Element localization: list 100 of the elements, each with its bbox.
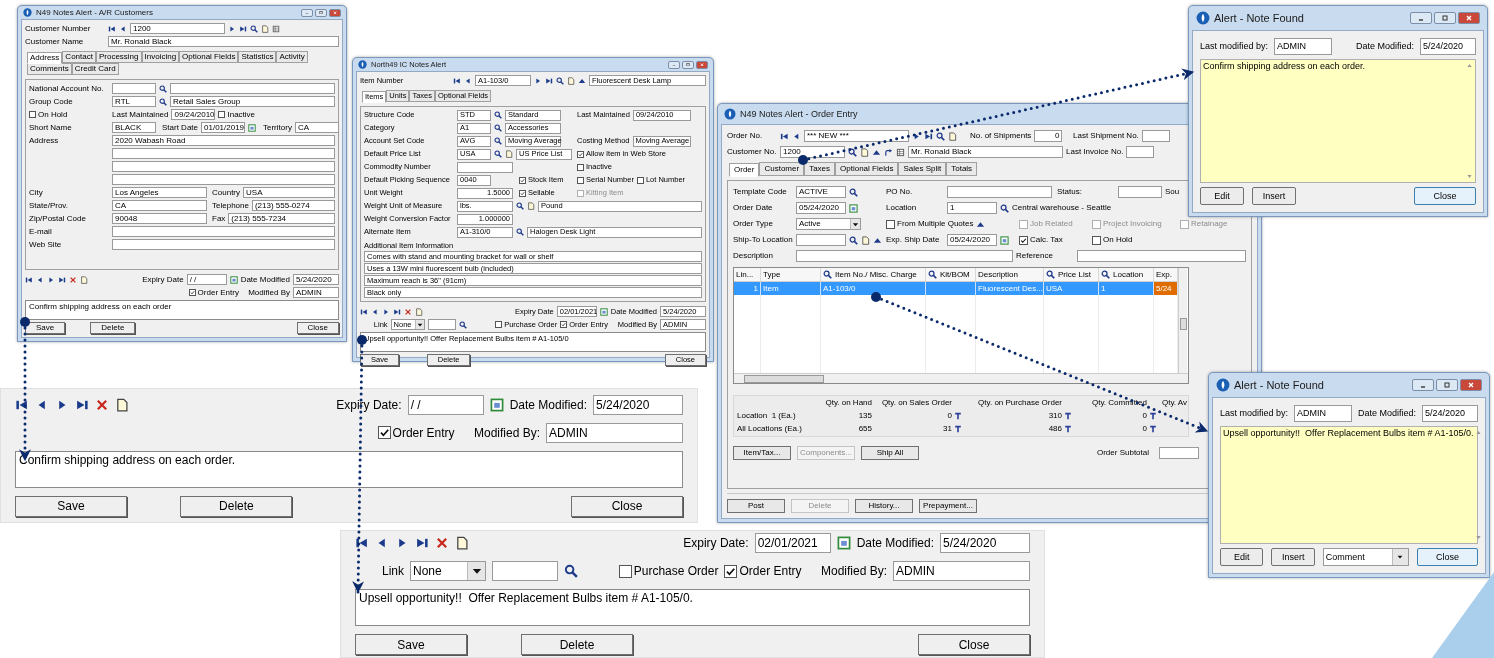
search-icon[interactable] (458, 320, 467, 329)
scroll-down-icon[interactable] (1465, 173, 1473, 180)
scroll-up-icon[interactable] (1475, 429, 1483, 436)
scroll-down-icon[interactable] (1475, 534, 1483, 541)
text-field[interactable]: 09/24/2010 (171, 109, 216, 120)
search-icon[interactable] (516, 202, 524, 210)
checkbox[interactable]: On Hold (1092, 235, 1133, 245)
document-icon[interactable] (115, 397, 129, 412)
dialog-button[interactable]: Save (355, 634, 467, 655)
text-field[interactable]: 05/24/2020 (796, 202, 846, 214)
text-field[interactable]: ADMIN (1294, 405, 1353, 422)
dialog-button[interactable]: Close (918, 634, 1030, 655)
text-field[interactable] (947, 186, 1052, 198)
dialog-button[interactable]: Save (25, 322, 66, 334)
previous-record-icon[interactable] (371, 307, 379, 316)
minimize-button[interactable] (1412, 379, 1434, 391)
delete-icon[interactable] (95, 397, 109, 412)
text-field[interactable]: 5/24/2020 (1422, 405, 1479, 422)
first-record-icon[interactable] (780, 131, 789, 141)
checkbox[interactable]: From Multiple Quotes (886, 219, 974, 229)
text-field[interactable]: Mr. Ronald Black (908, 146, 1063, 158)
first-record-icon[interactable] (108, 24, 116, 33)
text-field[interactable] (796, 234, 846, 246)
dropdown[interactable]: None (410, 561, 486, 581)
checkbox[interactable]: Order Entry (188, 288, 239, 297)
text-field[interactable] (1159, 447, 1199, 459)
text-field[interactable]: RTL (112, 96, 156, 107)
close-button[interactable] (1460, 379, 1482, 391)
text-field[interactable]: 2020 Wabash Road (112, 135, 335, 146)
dialog-button[interactable]: Edit (1200, 187, 1244, 205)
checkbox[interactable]: Purchase Order (618, 564, 719, 578)
minimize-button[interactable] (301, 8, 313, 17)
delete-icon[interactable] (435, 536, 449, 550)
text-field[interactable] (1118, 186, 1162, 198)
tab[interactable]: Totals (946, 162, 978, 176)
dialog-button[interactable]: Save (15, 495, 127, 517)
tab[interactable]: Contact (62, 51, 96, 63)
tab[interactable]: Customer (759, 162, 805, 176)
search-icon[interactable] (494, 150, 502, 158)
text-field[interactable]: ADMIN (1274, 38, 1333, 55)
text-field[interactable]: *** NEW *** (804, 130, 909, 142)
text-field[interactable] (112, 226, 335, 237)
tab[interactable]: Invoicing (141, 51, 180, 63)
text-field[interactable] (457, 161, 513, 173)
text-field[interactable] (112, 174, 335, 185)
dialog-button[interactable]: Insert (1252, 187, 1296, 205)
search-icon[interactable] (159, 97, 167, 106)
column-header[interactable]: Item No./ Misc. Charge (821, 268, 926, 281)
text-field[interactable] (427, 319, 456, 330)
text-field[interactable]: USA (243, 187, 335, 198)
search-icon[interactable] (564, 564, 578, 578)
caret-icon[interactable] (1396, 553, 1405, 561)
checkbox[interactable]: On Hold (29, 110, 68, 119)
dialog-button[interactable]: Ship All (861, 446, 919, 460)
search-icon[interactable] (936, 131, 945, 141)
curved-arrow-icon[interactable] (884, 147, 893, 157)
search-icon[interactable] (849, 235, 858, 245)
scrollbar-thumb[interactable] (744, 374, 824, 383)
previous-record-icon[interactable] (36, 275, 44, 284)
maximize-button[interactable] (315, 8, 327, 17)
text-field[interactable]: ADMIN (293, 287, 339, 298)
search-icon[interactable] (928, 270, 937, 279)
drilldown-link[interactable]: 0 (1142, 425, 1157, 433)
previous-record-icon[interactable] (792, 131, 801, 141)
first-record-icon[interactable] (453, 76, 461, 85)
text-field[interactable]: 1200 (130, 23, 225, 34)
text-field[interactable]: 90048 (112, 213, 207, 224)
up-triangle-icon[interactable] (873, 235, 882, 245)
text-field[interactable] (1141, 130, 1170, 142)
text-field[interactable]: 05/24/2020 (947, 234, 997, 246)
scrollbar[interactable] (1178, 268, 1187, 373)
dialog-button[interactable]: Close (1416, 548, 1478, 566)
column-header[interactable]: Description (976, 268, 1044, 281)
table-icon[interactable] (272, 24, 280, 33)
text-field[interactable]: 1200 (780, 146, 845, 158)
text-field[interactable]: 0 (1034, 130, 1063, 142)
delete-icon[interactable] (404, 307, 412, 316)
checkbox[interactable]: Calc. Tax (1019, 235, 1063, 245)
document-icon[interactable] (860, 147, 869, 157)
minimize-button[interactable] (1410, 12, 1432, 24)
tab[interactable]: Statistics (238, 51, 277, 63)
next-record-icon[interactable] (47, 275, 55, 284)
search-icon[interactable] (848, 147, 857, 157)
drilldown-link[interactable]: 0 (947, 412, 962, 420)
last-record-icon[interactable] (239, 24, 247, 33)
dialog-button[interactable]: Post (727, 499, 785, 513)
close-button[interactable] (1458, 12, 1480, 24)
text-field[interactable] (112, 161, 335, 172)
tab[interactable]: Sales Split (898, 162, 947, 176)
note-field[interactable]: Confirm shipping address on each order (25, 300, 339, 320)
document-icon[interactable] (455, 536, 469, 550)
dialog-button[interactable]: Close (296, 322, 339, 334)
dialog-button[interactable]: Insert (1271, 548, 1315, 566)
note-field[interactable]: Upsell opportunity!! Offer Replacement Bulbs item # A1-105/0. (355, 589, 1030, 626)
checkbox[interactable]: Order Entry (724, 564, 802, 578)
calendar-icon[interactable] (229, 275, 238, 284)
search-icon[interactable] (1101, 270, 1110, 279)
search-icon[interactable] (823, 270, 832, 279)
calendar-icon[interactable] (489, 397, 504, 412)
search-icon[interactable] (516, 228, 524, 236)
